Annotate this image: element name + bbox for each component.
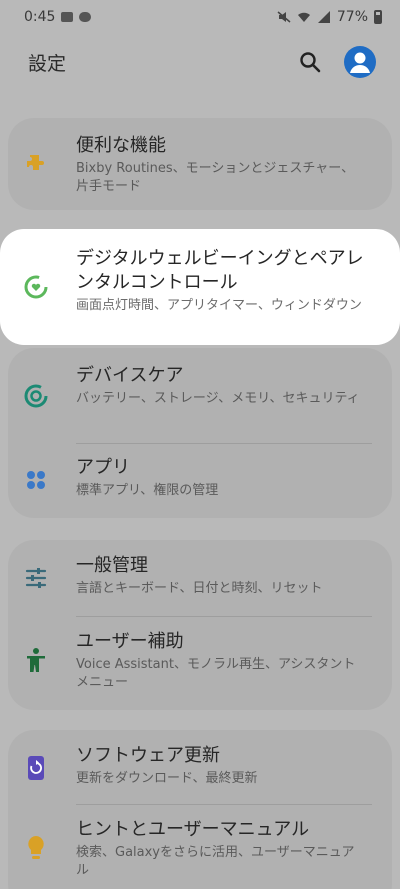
app-bar: 設定 — [0, 34, 400, 90]
settings-card-2: デジタルウェルビーイングとペアレンタルコントロール 画面点灯時間、アプリタイマー… — [0, 229, 400, 345]
wellbeing-icon — [22, 273, 50, 301]
item-subtitle: 更新をダウンロード、最終更新 — [76, 771, 258, 786]
settings-item-tips-manual[interactable]: ヒントとユーザーマニュアル 検索、Galaxyをさらに活用、ユーザーマニュアル — [8, 804, 392, 889]
item-title: ヒントとユーザーマニュアル — [76, 819, 310, 840]
item-subtitle: Bixby Routines、モーションとジェスチャー、片手モード — [76, 161, 355, 194]
wifi-icon — [297, 12, 310, 22]
person-icon — [350, 52, 370, 73]
settings-card-1: 便利な機能 Bixby Routines、モーションとジェスチャー、片手モード — [8, 118, 392, 210]
device-care-icon — [22, 382, 50, 410]
item-subtitle: バッテリー、ストレージ、メモリ、セキュリティ — [76, 391, 360, 406]
item-subtitle: 画面点灯時間、アプリタイマー、ウィンドダウン — [76, 298, 362, 313]
settings-item-general-management[interactable]: 一般管理 言語とキーボード、日付と時刻、リセット — [8, 540, 392, 616]
item-subtitle: 言語とキーボード、日付と時刻、リセット — [76, 581, 323, 596]
gallery-notification-icon — [61, 12, 74, 22]
settings-item-advanced-features[interactable]: 便利な機能 Bixby Routines、モーションとジェスチャー、片手モード — [8, 118, 392, 210]
settings-item-digital-wellbeing[interactable]: デジタルウェルビーイングとペアレンタルコントロール 画面点灯時間、アプリタイマー… — [0, 229, 400, 345]
mute-icon — [277, 11, 291, 23]
apps-icon — [22, 466, 50, 494]
item-title: ユーザー補助 — [76, 631, 184, 652]
status-bar: 0:45 77% — [0, 0, 400, 34]
app-bar-actions — [298, 46, 376, 78]
item-subtitle: 標準アプリ、権限の管理 — [76, 483, 219, 498]
settings-card-4: 一般管理 言語とキーボード、日付と時刻、リセット ユーザー補助 Voice As… — [8, 540, 392, 710]
app-notification-icon — [79, 12, 92, 22]
settings-item-device-care[interactable]: デバイスケア バッテリー、ストレージ、メモリ、セキュリティ — [8, 348, 392, 444]
page-title: 設定 — [28, 52, 67, 75]
battery-icon — [374, 10, 382, 24]
item-title: 便利な機能 — [76, 135, 166, 156]
puzzle-icon — [22, 150, 50, 178]
cell-signal-icon — [317, 11, 330, 23]
update-icon — [22, 754, 50, 782]
accessibility-icon — [22, 646, 50, 674]
settings-item-software-update[interactable]: ソフトウェア更新 更新をダウンロード、最終更新 — [8, 730, 392, 804]
settings-item-accessibility[interactable]: ユーザー補助 Voice Assistant、モノラル再生、アシスタントメニュー — [8, 616, 392, 710]
item-title: デジタルウェルビーイングとペアレンタルコントロール — [76, 248, 364, 293]
item-subtitle: Voice Assistant、モノラル再生、アシスタントメニュー — [76, 657, 356, 690]
item-title: アプリ — [76, 457, 130, 478]
lightbulb-icon — [22, 834, 50, 862]
status-time: 0:45 — [24, 9, 56, 25]
status-left: 0:45 — [24, 9, 92, 25]
item-title: 一般管理 — [76, 555, 148, 576]
settings-card-3: デバイスケア バッテリー、ストレージ、メモリ、セキュリティ アプリ 標準アプリ、… — [8, 348, 392, 518]
item-subtitle: 検索、Galaxyをさらに活用、ユーザーマニュアル — [76, 845, 355, 878]
settings-card-5: ソフトウェア更新 更新をダウンロード、最終更新 ヒントとユーザーマニュアル 検索… — [8, 730, 392, 889]
battery-percent: 77% — [336, 9, 368, 25]
settings-item-apps[interactable]: アプリ 標準アプリ、権限の管理 — [8, 444, 392, 518]
item-title: デバイスケア — [76, 365, 184, 386]
sliders-icon — [22, 564, 50, 592]
item-title: ソフトウェア更新 — [76, 745, 220, 766]
status-right: 77% — [277, 9, 382, 25]
account-avatar[interactable] — [344, 46, 376, 78]
search-icon[interactable] — [298, 50, 322, 74]
